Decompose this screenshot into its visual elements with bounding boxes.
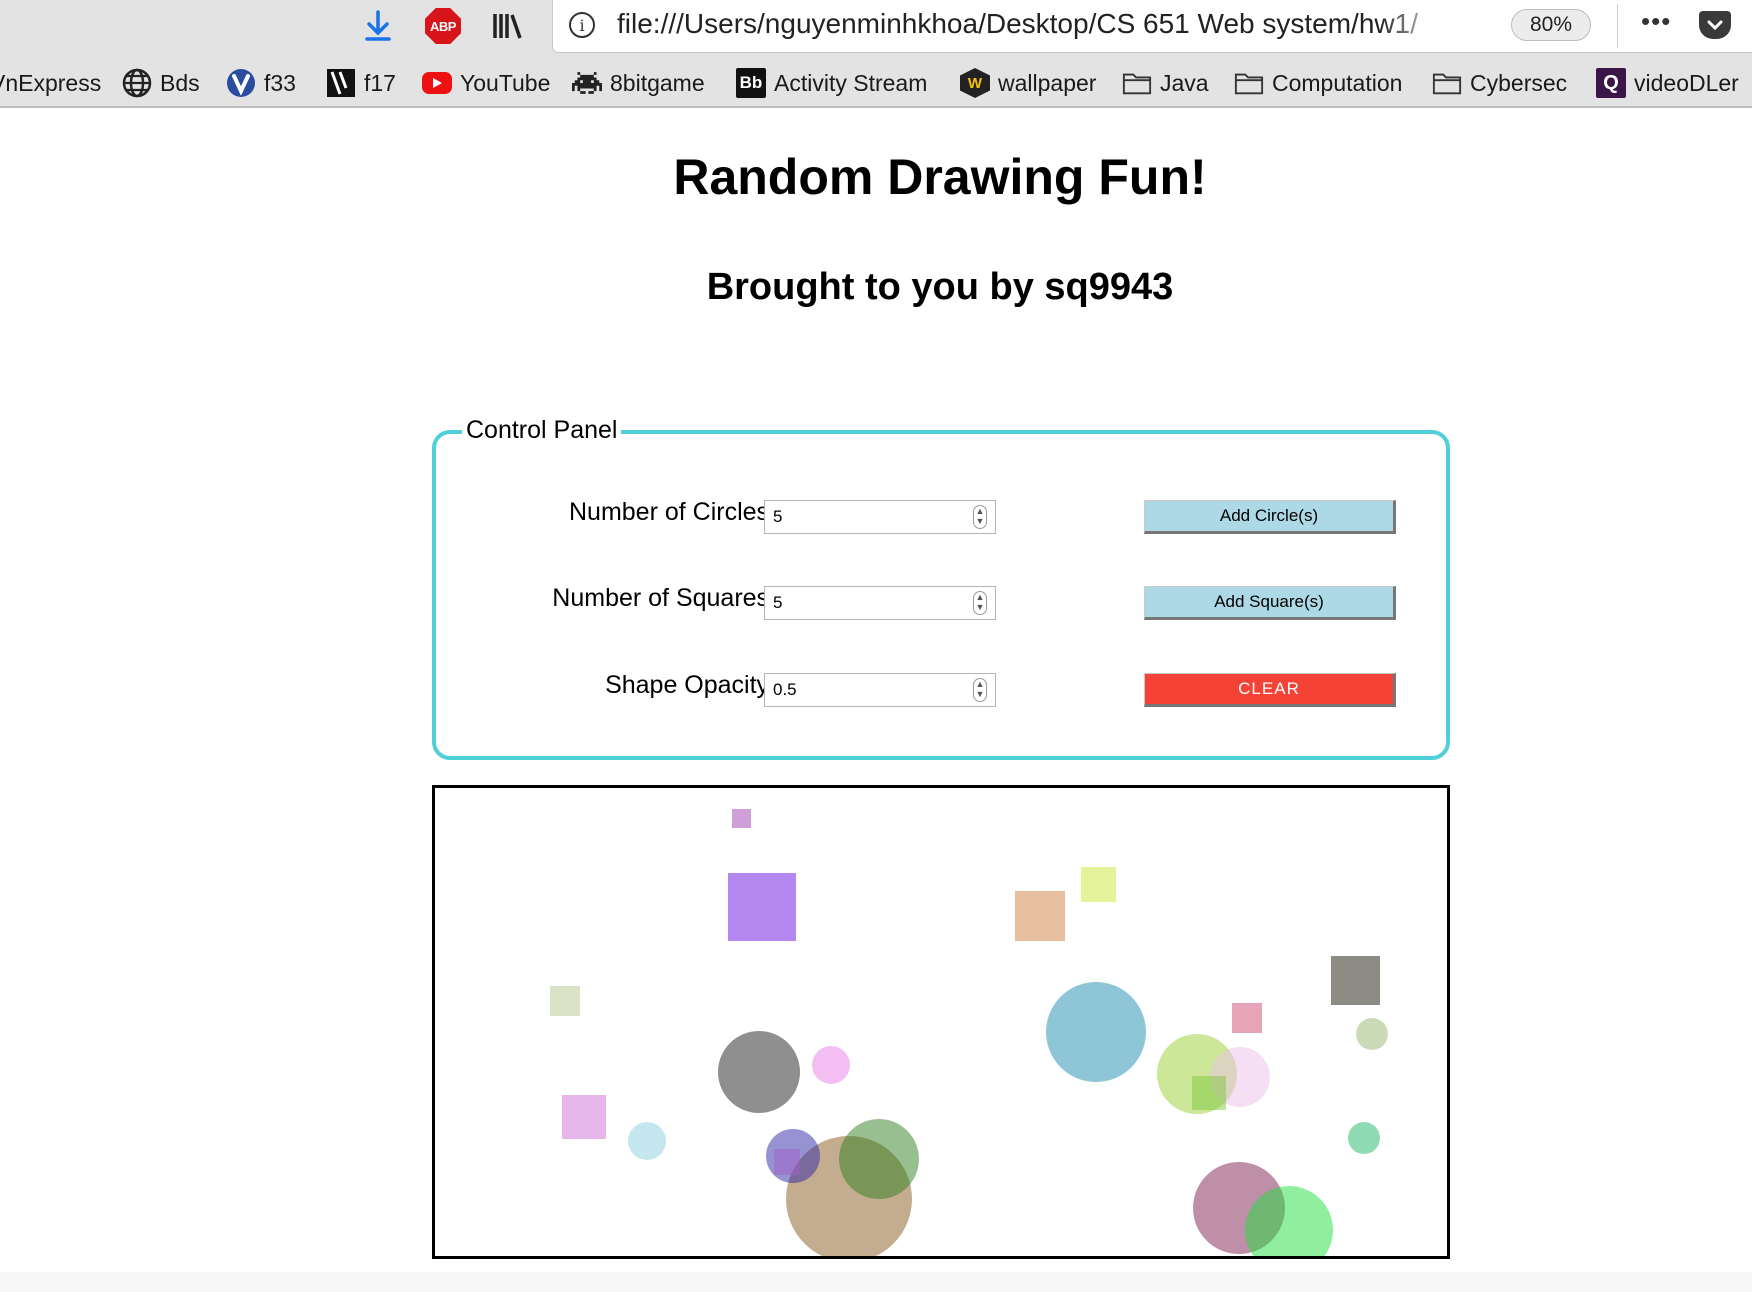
add-squares-button[interactable]: Add Square(s) — [1144, 586, 1396, 620]
shape-opacity-label: Shape Opacity: — [605, 671, 776, 699]
bookmark-folder-computation[interactable]: Computation — [1234, 68, 1402, 98]
drawing-surface — [550, 809, 1388, 1256]
bookmark-label: Java — [1160, 69, 1209, 96]
bookmark-f17[interactable]: f17 — [326, 68, 396, 98]
folder-icon — [1122, 68, 1152, 98]
url-separator — [1617, 4, 1618, 48]
drawn-circle — [1348, 1122, 1380, 1154]
bookmark-8bitgame[interactable]: 8bitgame — [572, 68, 705, 98]
circles-count-label: Number of Circles: — [569, 498, 776, 526]
drawn-circle — [812, 1046, 850, 1084]
bookmark-folder-cybersec[interactable]: Cybersec — [1432, 68, 1567, 98]
drawn-square — [1232, 1003, 1262, 1033]
page-subtitle: Brought to you by sq9943 — [706, 266, 1174, 308]
drawn-circle — [1046, 982, 1146, 1082]
bookmark-label: Cybersec — [1470, 69, 1568, 96]
pocket-icon[interactable] — [1699, 11, 1731, 39]
add-circles-button[interactable]: Add Circle(s) — [1144, 500, 1396, 534]
bookmark-label: f33 — [264, 69, 296, 96]
drawing-canvas[interactable] — [432, 785, 1450, 1259]
page-actions-menu-icon[interactable]: ••• — [1641, 6, 1671, 37]
bookmark-label: YouTube — [460, 69, 551, 96]
site-info-icon[interactable]: i — [569, 12, 595, 38]
shape-opacity-value: 0.5 — [773, 680, 797, 699]
drawn-square — [550, 986, 580, 1016]
bookmark-wallpaper[interactable]: W wallpaper — [960, 68, 1096, 98]
drawn-square — [1331, 956, 1380, 1005]
adblock-plus-icon[interactable]: ABP — [425, 8, 461, 44]
bookmark-label: 8bitgame — [610, 69, 705, 96]
youtube-icon — [422, 72, 452, 94]
stepper-icon[interactable]: ▲ ▼ — [973, 678, 987, 702]
drawn-square — [1081, 867, 1116, 902]
bookmark-label: Bds — [160, 69, 200, 96]
bookmarks-bar: VnExpress Bds f33 f17 YouTube 8bitgame B… — [0, 58, 1752, 108]
blackboard-icon: Bb — [736, 68, 766, 98]
bookmark-logo-icon — [326, 68, 356, 98]
url-bar[interactable]: i file:///Users/nguyenminhkhoa/Desktop/C… — [552, 0, 1752, 53]
globe-icon — [122, 68, 152, 98]
bookmark-label: f17 — [364, 69, 396, 96]
drawn-square — [728, 873, 796, 941]
zoom-level-badge[interactable]: 80% — [1511, 9, 1591, 41]
bookmark-folder-java[interactable]: Java — [1122, 68, 1209, 98]
drawn-square — [732, 809, 751, 828]
squares-count-input[interactable]: 5 ▲ ▼ — [764, 586, 996, 620]
library-icon[interactable] — [490, 8, 526, 44]
download-icon[interactable] — [360, 8, 396, 44]
drawn-circle — [628, 1122, 666, 1160]
control-panel-legend: Control Panel — [462, 412, 622, 448]
stepper-icon[interactable]: ▲ ▼ — [973, 591, 987, 615]
squares-count-label: Number of Squares: — [552, 584, 776, 612]
page-bottom-strip — [0, 1272, 1752, 1292]
circles-count-input[interactable]: 5 ▲ ▼ — [764, 500, 996, 534]
drawn-circle — [1356, 1018, 1388, 1050]
bookmark-label: videoDLer — [1634, 69, 1739, 96]
stepper-icon[interactable]: ▲ ▼ — [973, 505, 987, 529]
wallpaper-icon: W — [960, 68, 990, 98]
bookmark-label: Activity Stream — [774, 69, 928, 96]
folder-icon — [1234, 68, 1264, 98]
bookmark-activity-stream[interactable]: Bb Activity Stream — [736, 68, 927, 98]
vivaldi-icon — [226, 68, 256, 98]
drawn-square — [1015, 891, 1065, 941]
folder-icon — [1432, 68, 1462, 98]
circles-count-value: 5 — [773, 507, 783, 526]
browser-toolbar: ABP i file:///Users/nguyenminhkhoa/Deskt… — [0, 0, 1752, 58]
drawn-circle — [839, 1119, 919, 1199]
bookmark-youtube[interactable]: YouTube — [422, 68, 550, 98]
drawn-circle — [718, 1031, 800, 1113]
bookmark-vnexpress[interactable]: VnExpress — [0, 68, 101, 98]
shape-opacity-input[interactable]: 0.5 ▲ ▼ — [764, 673, 996, 707]
bookmark-label: wallpaper — [998, 69, 1097, 96]
bookmark-bds[interactable]: Bds — [122, 68, 200, 98]
drawn-square — [562, 1095, 606, 1139]
bookmark-f33[interactable]: f33 — [226, 68, 296, 98]
drawn-square — [1192, 1076, 1226, 1110]
space-invader-icon — [572, 68, 602, 98]
bookmark-label: Computation — [1272, 69, 1403, 96]
squares-count-value: 5 — [773, 593, 783, 612]
bookmark-videodler[interactable]: Q videoDLer — [1596, 68, 1739, 98]
q-icon: Q — [1596, 68, 1626, 98]
control-panel: Control Panel Number of Circles: 5 ▲ ▼ Ad… — [432, 412, 1450, 760]
clear-button[interactable]: CLEAR — [1144, 673, 1396, 707]
url-text[interactable]: file:///Users/nguyenminhkhoa/Desktop/CS … — [617, 8, 1447, 40]
bookmark-label: VnExpress — [0, 69, 102, 96]
page-title: Random Drawing Fun! — [673, 149, 1207, 205]
drawn-square — [774, 1149, 800, 1175]
